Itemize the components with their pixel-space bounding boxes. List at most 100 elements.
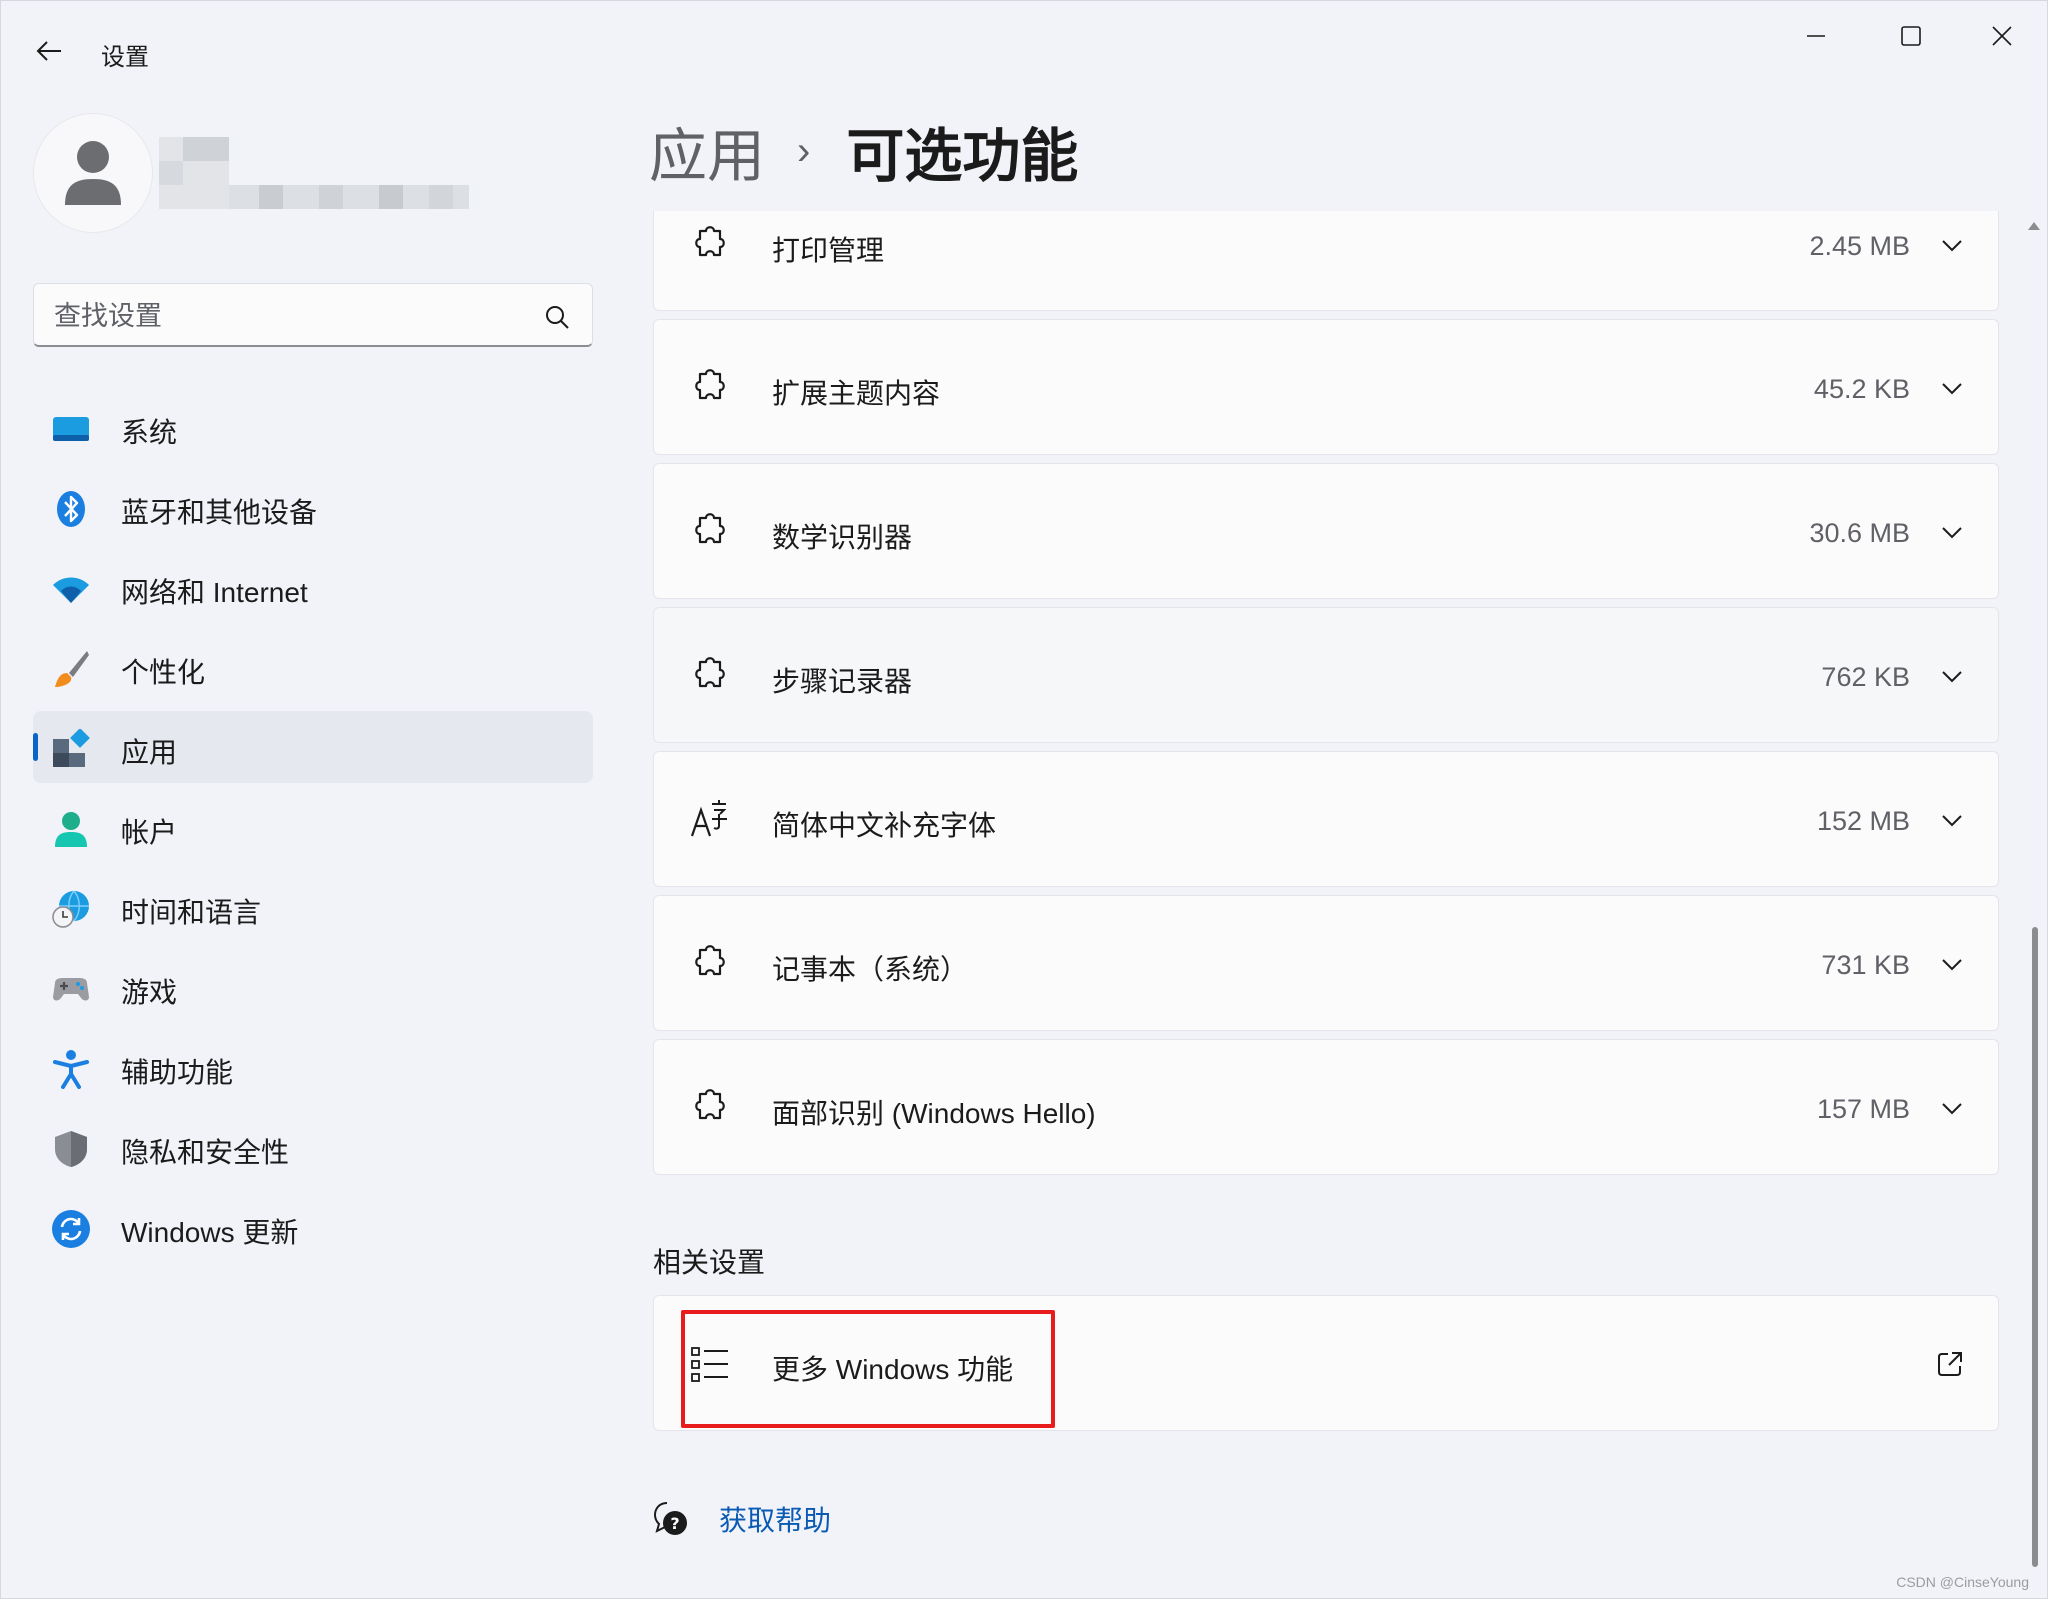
active-indicator <box>33 733 38 761</box>
sidebar-item-label: 系统 <box>121 417 178 448</box>
sidebar-item-label: 网络和 Internet <box>121 577 308 608</box>
title-bar: 设置 <box>1 1 2047 91</box>
feature-row[interactable]: 打印管理 2.45 MB <box>653 211 1999 311</box>
sidebar-item-personalization[interactable]: 个性化 <box>33 631 593 703</box>
paintbrush-icon <box>55 651 89 687</box>
sidebar-item-label: 隐私和安全性 <box>121 1137 290 1168</box>
sidebar-item-bluetooth[interactable]: 蓝牙和其他设备 <box>33 471 593 543</box>
sidebar-item-apps[interactable]: 应用 <box>33 711 593 783</box>
close-icon <box>1992 26 2012 46</box>
breadcrumb: 应用 › 可选功能 <box>649 111 1078 191</box>
font-icon <box>690 800 727 837</box>
gamepad-icon <box>53 978 89 1001</box>
chevron-down-icon[interactable] <box>1940 520 1964 544</box>
settings-window: 设置 查找设置 系统 蓝牙和其他设备 网络和 Internet 个性化 应用 帐… <box>0 0 2048 1599</box>
breadcrumb-parent[interactable]: 应用 <box>649 109 765 193</box>
scrollbar-thumb[interactable] <box>2032 927 2038 1567</box>
sidebar-item-gaming[interactable]: 游戏 <box>33 951 593 1023</box>
puzzle-icon <box>695 513 725 544</box>
feature-name: 面部识别 (Windows Hello) <box>772 1098 1096 1129</box>
user-icon <box>65 141 121 205</box>
page-title: 可选功能 <box>846 124 1079 189</box>
puzzle-icon <box>695 945 725 976</box>
puzzle-icon <box>695 226 725 257</box>
puzzle-icon <box>695 657 725 688</box>
avatar[interactable] <box>33 113 153 233</box>
open-external-icon <box>1938 1352 1962 1376</box>
red-highlight-box <box>681 1310 1055 1428</box>
feature-name: 扩展主题内容 <box>772 378 941 409</box>
feature-row[interactable]: 数学识别器 30.6 MB <box>653 463 1999 599</box>
minimize-button[interactable] <box>1781 11 1851 61</box>
windows-update-icon <box>52 1210 90 1248</box>
sidebar-item-accounts[interactable]: 帐户 <box>33 791 593 863</box>
feature-size: 30.6 MB <box>1809 518 1910 548</box>
scroll-up-arrow-icon[interactable] <box>2027 219 2041 233</box>
system-monitor-icon <box>53 417 89 441</box>
help-chat-icon: ? <box>653 1502 687 1535</box>
apps-icon <box>53 729 90 767</box>
maximize-button[interactable] <box>1876 11 1946 61</box>
related-settings-heading: 相关设置 <box>653 1247 766 1278</box>
maximize-icon <box>1901 26 1921 46</box>
sidebar-item-time-language[interactable]: 时间和语言 <box>33 871 593 943</box>
feature-size: 45.2 KB <box>1813 374 1910 404</box>
feature-name: 打印管理 <box>772 235 885 266</box>
search-input[interactable] <box>54 298 534 334</box>
sidebar-item-label: 时间和语言 <box>121 897 262 928</box>
chevron-down-icon[interactable] <box>1940 233 1964 257</box>
feature-row[interactable]: 扩展主题内容 45.2 KB <box>653 319 1999 455</box>
feature-name: 步骤记录器 <box>772 666 913 697</box>
puzzle-icon <box>695 369 725 400</box>
sidebar-item-label: 蓝牙和其他设备 <box>121 497 318 528</box>
feature-name: 记事本（系统） <box>772 954 969 985</box>
globe-clock-icon <box>52 890 89 928</box>
feature-size: 152 MB <box>1816 806 1910 836</box>
sidebar-item-windows-update[interactable]: Windows 更新 <box>33 1191 593 1263</box>
sidebar-item-system[interactable]: 系统 <box>33 391 593 463</box>
sidebar-item-label: 个性化 <box>121 657 206 688</box>
back-button[interactable] <box>27 31 71 71</box>
feature-size: 2.45 MB <box>1809 231 1910 261</box>
sidebar-item-privacy[interactable]: 隐私和安全性 <box>33 1111 593 1183</box>
chevron-down-icon[interactable] <box>1940 664 1964 688</box>
sidebar-item-label: 帐户 <box>121 817 178 848</box>
watermark: CSDN @CinseYoung <box>1896 1574 2029 1590</box>
feature-name: 数学识别器 <box>772 522 913 553</box>
chevron-down-icon[interactable] <box>1940 1096 1964 1120</box>
feature-row[interactable]: 简体中文补充字体 152 MB <box>653 751 1999 887</box>
account-icon <box>55 812 87 847</box>
get-help[interactable]: ? 获取帮助 <box>653 1497 831 1541</box>
feature-row[interactable]: 面部识别 (Windows Hello) 157 MB <box>653 1039 1999 1175</box>
wifi-icon <box>53 577 89 603</box>
profile-name-redacted <box>159 137 469 209</box>
sidebar-item-label: 游戏 <box>121 977 178 1008</box>
feature-size: 731 KB <box>1821 950 1910 980</box>
feature-row[interactable]: 步骤记录器 762 KB <box>653 607 1999 743</box>
feature-name: 简体中文补充字体 <box>772 810 997 841</box>
sidebar-item-label: 应用 <box>121 737 178 768</box>
back-arrow-icon <box>36 41 61 61</box>
sidebar-item-label: 辅助功能 <box>121 1057 234 1088</box>
bluetooth-icon <box>57 491 85 527</box>
chevron-down-icon[interactable] <box>1940 952 1964 976</box>
minimize-icon <box>1807 35 1825 37</box>
breadcrumb-separator: › <box>797 128 811 173</box>
shield-icon <box>55 1131 87 1167</box>
feature-row[interactable]: 记事本（系统） 731 KB <box>653 895 1999 1031</box>
close-button[interactable] <box>1967 11 2037 61</box>
search-icon[interactable] <box>544 304 570 330</box>
feature-size: 762 KB <box>1821 662 1910 692</box>
app-title: 设置 <box>101 44 149 71</box>
chevron-down-icon[interactable] <box>1940 808 1964 832</box>
svg-text:?: ? <box>670 1514 679 1533</box>
feature-size: 157 MB <box>1816 1094 1910 1124</box>
sidebar-nav: 系统 蓝牙和其他设备 网络和 Internet 个性化 应用 帐户 时间和语言 … <box>33 391 593 1271</box>
sidebar-item-accessibility[interactable]: 辅助功能 <box>33 1031 593 1103</box>
chevron-down-icon[interactable] <box>1940 376 1964 400</box>
accessibility-icon <box>53 1050 89 1089</box>
search-box[interactable] <box>33 283 593 347</box>
get-help-link[interactable]: 获取帮助 <box>719 1499 831 1539</box>
sidebar-item-label: Windows 更新 <box>121 1217 299 1248</box>
sidebar-item-network[interactable]: 网络和 Internet <box>33 551 593 623</box>
